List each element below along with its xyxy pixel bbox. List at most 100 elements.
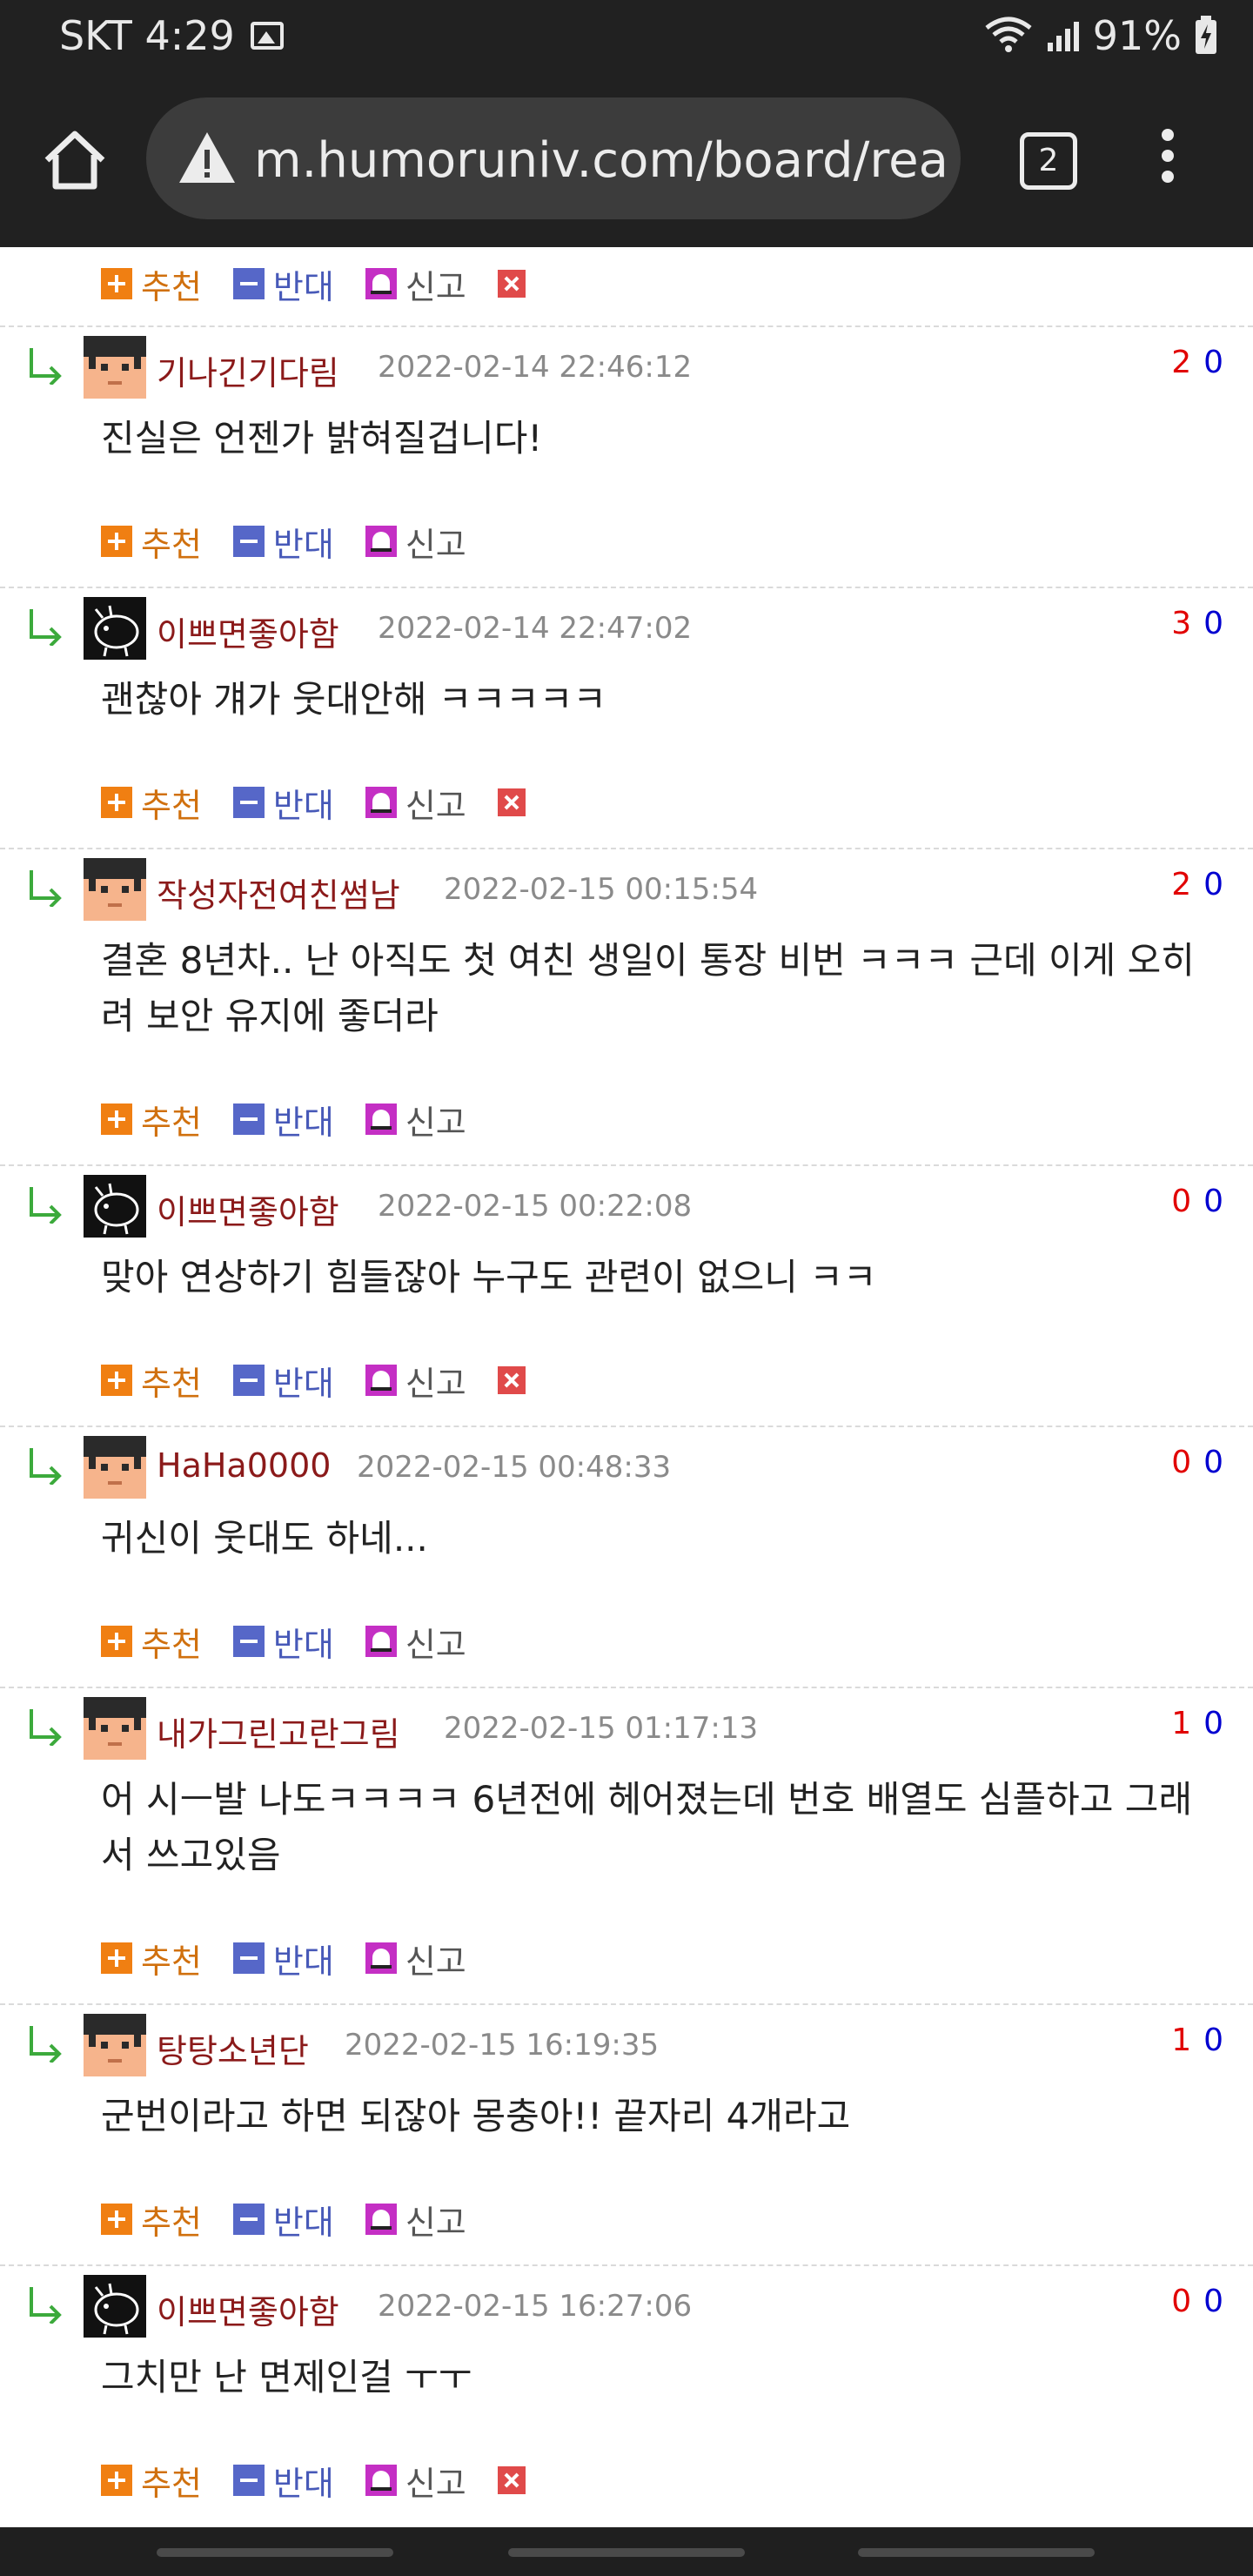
comment-nickname[interactable]: 작성자전여친썸남 [157,869,400,916]
recommend-button[interactable]: 추천 [101,1096,202,1144]
comment-item: 이쁘면좋아함 2022-02-15 16:27:06 00 그치만 난 면제인걸… [0,2264,1253,2529]
comment-votes: 00 [1171,2284,1223,2319]
url-text[interactable]: m.humoruniv.com/board/rea [254,132,948,189]
comment-votes: 20 [1171,345,1223,380]
siren-icon [365,787,397,818]
report-label: 신고 [405,786,466,825]
comment-text: 군번이라고 하면 되잖아 몽충아!! 끝자리 4개라고 [101,2095,851,2137]
minus-icon [232,2465,265,2496]
report-button[interactable]: 신고 [365,779,466,827]
reply-arrow-icon [26,2284,66,2325]
delete-button[interactable] [497,270,534,298]
upvote-count: 3 [1171,606,1192,641]
oppose-button[interactable]: 반대 [232,2196,334,2244]
report-button[interactable]: 신고 [365,2196,466,2244]
comment-text: 귀신이 웃대도 하네... [101,1517,428,1560]
comment-date: 2022-02-14 22:47:02 [378,611,693,646]
avatar-bangs-face[interactable] [84,858,146,921]
comment-nickname[interactable]: 이쁘면좋아함 [157,1185,339,1233]
comment-nickname[interactable]: 이쁘면좋아함 [157,607,339,655]
reply-arrow-icon [26,345,66,386]
oppose-button[interactable]: 반대 [232,2457,334,2505]
menu-dot [1162,129,1174,141]
avatar-bangs-face[interactable] [84,336,146,399]
avatar-bangs-face[interactable] [84,2014,146,2076]
oppose-button[interactable]: 반대 [232,260,334,308]
report-button[interactable]: 신고 [365,1935,466,1982]
report-button[interactable]: 신고 [365,260,466,308]
minus-icon [232,1942,265,1974]
recommend-button[interactable]: 추천 [101,2457,202,2505]
status-bar: SKT 4:29 91% [0,0,1253,77]
home-icon[interactable] [40,125,110,195]
comment-date: 2022-02-15 00:48:33 [357,1450,672,1485]
comment-item: 탕탕소년단 2022-02-15 16:19:35 10 군번이라고 하면 되잖… [0,2003,1253,2266]
avatar-bangs-face[interactable] [84,1697,146,1760]
oppose-label: 반대 [272,2464,334,2503]
oppose-button[interactable]: 반대 [232,518,334,566]
upvote-count: 0 [1171,2284,1192,2319]
report-button[interactable]: 신고 [365,1618,466,1666]
recommend-button[interactable]: 추천 [101,260,202,308]
upvote-count: 1 [1171,1706,1192,1741]
report-button[interactable]: 신고 [365,1357,466,1405]
recommend-button[interactable]: 추천 [101,518,202,566]
comment-item: 기나긴기다림 2022-02-14 22:46:12 20 진실은 언젠가 밝혀… [0,325,1253,588]
comment-actions: 추천 반대 신고 [101,1098,498,1142]
comment-nickname[interactable]: 탕탕소년단 [157,2024,309,2072]
nav-recent-button[interactable] [157,2548,393,2557]
oppose-button[interactable]: 반대 [232,1357,334,1405]
oppose-button[interactable]: 반대 [232,1935,334,1982]
avatar-pig-sketch[interactable] [84,1175,146,1238]
oppose-button[interactable]: 반대 [232,1096,334,1144]
recommend-button[interactable]: 추천 [101,779,202,827]
plus-icon [101,1365,132,1396]
recommend-button[interactable]: 추천 [101,1935,202,1982]
recommend-button[interactable]: 추천 [101,1357,202,1405]
comment-text: 그치만 난 면제인걸 ㅜㅜ [101,2356,472,2398]
recommend-button[interactable]: 추천 [101,1618,202,1666]
oppose-label: 반대 [272,1942,334,1981]
report-button[interactable]: 신고 [365,1096,466,1144]
delete-button[interactable] [497,2466,534,2494]
not-secure-warning-icon[interactable] [178,131,237,184]
report-label: 신고 [405,2203,466,2242]
delete-button[interactable] [497,788,534,816]
oppose-button[interactable]: 반대 [232,779,334,827]
comment-nickname[interactable]: 기나긴기다림 [157,346,339,394]
battery-charging-icon [1196,16,1216,54]
comment-actions: 추천 반대 신고 [101,520,498,564]
comment-date: 2022-02-14 22:46:12 [378,350,693,385]
comment-nickname[interactable]: HaHa0000 [157,1446,331,1485]
comment-text: 어 시ㅡ발 나도ㅋㅋㅋㅋ 6년전에 헤어졌는데 번호 배열도 심플하고 그래서 … [101,1778,1193,1876]
delete-button[interactable] [497,1366,534,1394]
reply-arrow-icon [26,2023,66,2064]
battery-percent: 91% [1092,12,1182,59]
reply-arrow-icon [26,1706,66,1748]
tab-switcher-button[interactable]: 2 [1020,132,1077,190]
downvote-count: 0 [1203,867,1223,902]
oppose-button[interactable]: 반대 [232,1618,334,1666]
comment-votes: 30 [1171,606,1223,641]
avatar-pig-sketch[interactable] [84,597,146,660]
avatar-pig-sketch[interactable] [84,2275,146,2338]
report-label: 신고 [405,2464,466,2503]
avatar-bangs-face[interactable] [84,1436,146,1499]
report-button[interactable]: 신고 [365,2457,466,2505]
close-icon [497,788,526,816]
upvote-count: 2 [1171,345,1192,380]
siren-icon [365,2204,397,2235]
nav-home-button[interactable] [508,2548,745,2557]
comment-item: 작성자전여친썸남 2022-02-15 00:15:54 20 결혼 8년차..… [0,848,1253,1166]
comment-nickname[interactable]: 이쁘면좋아함 [157,2285,339,2333]
comment-nickname[interactable]: 내가그린고란그림 [157,1707,400,1755]
comment-actions: 추천 반대 신고 [101,260,566,308]
recommend-button[interactable]: 추천 [101,2196,202,2244]
report-button[interactable]: 신고 [365,518,466,566]
nav-back-button[interactable] [858,2548,1095,2557]
upvote-count: 1 [1171,2023,1192,2058]
oppose-label: 반대 [272,267,334,306]
address-bar[interactable]: m.humoruniv.com/board/rea [146,97,961,219]
image-notification-icon [250,22,284,50]
browser-menu-button[interactable] [1157,129,1178,198]
